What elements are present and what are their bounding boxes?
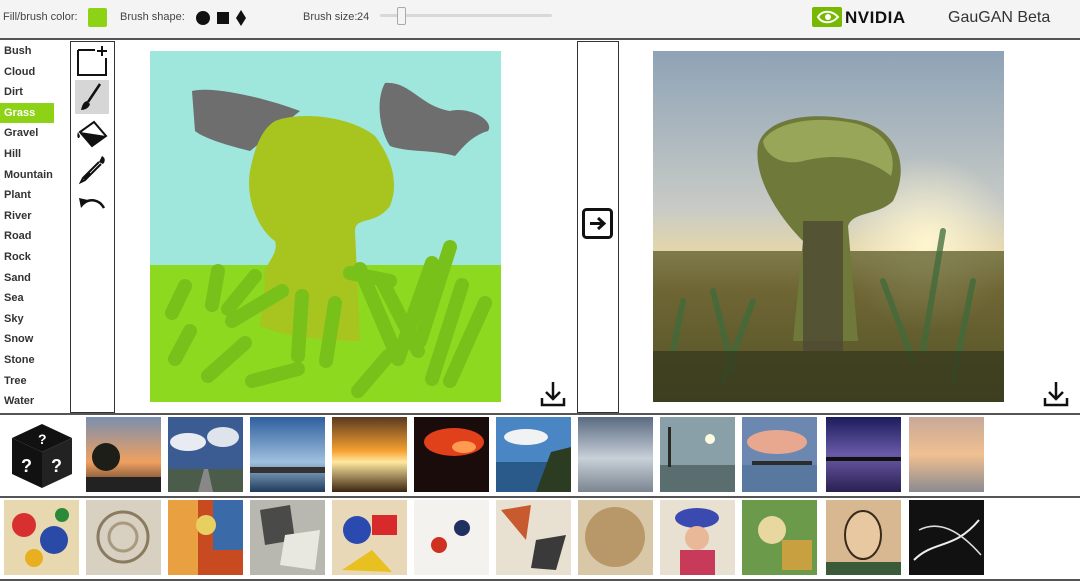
generated-output-image: [653, 51, 1004, 402]
label-mountain[interactable]: Mountain: [0, 165, 62, 186]
label-sea[interactable]: Sea: [0, 288, 62, 309]
label-gravel[interactable]: Gravel: [0, 123, 62, 144]
label-dirt[interactable]: Dirt: [0, 82, 62, 103]
label-cloud[interactable]: Cloud: [0, 62, 62, 83]
square-icon[interactable]: [216, 10, 230, 26]
brush-shape-label: Brush shape:: [120, 11, 185, 23]
style-thumb-blue-sky-shore[interactable]: [250, 417, 325, 492]
label-stone[interactable]: Stone: [0, 350, 62, 371]
download-segmentation-icon[interactable]: [539, 380, 567, 408]
top-toolbar: Fill/brush color: Brush shape: Brush siz…: [0, 0, 1080, 40]
style-thumb-rainy-street-painting[interactable]: [168, 500, 243, 575]
style-thumb-sepia-texture[interactable]: [578, 500, 653, 575]
style-thumb-hand-print[interactable]: [414, 500, 489, 575]
brush-size-label: Brush size:: [303, 11, 358, 23]
svg-text:?: ?: [38, 431, 47, 447]
app-title: GauGAN Beta: [948, 9, 1051, 26]
style-thumb-picasso-self-portrait[interactable]: [826, 500, 901, 575]
style-thumb-red-sky-night[interactable]: [414, 417, 489, 492]
style-thumb-coastal-cliffs[interactable]: [496, 417, 571, 492]
svg-text:?: ?: [21, 456, 32, 476]
style-thumb-matisse-woman[interactable]: [660, 500, 735, 575]
style-thumb-cubist-fragments[interactable]: [496, 500, 571, 575]
new-canvas-icon[interactable]: [75, 44, 109, 78]
brush-size-slider-thumb[interactable]: [397, 7, 406, 25]
style-thumb-picasso-still-life[interactable]: [742, 500, 817, 575]
nvidia-logo-icon: [812, 7, 842, 27]
svg-text:?: ?: [51, 456, 62, 476]
render-arrow-icon[interactable]: [582, 208, 613, 239]
segmentation-canvas[interactable]: [150, 51, 501, 402]
label-rock[interactable]: Rock: [0, 247, 62, 268]
label-sand[interactable]: Sand: [0, 268, 62, 289]
style-thumb-cubist-portrait[interactable]: [250, 500, 325, 575]
style-thumb-black-white-lines[interactable]: [909, 500, 984, 575]
circle-icon[interactable]: [195, 10, 211, 26]
undo-icon[interactable]: [75, 190, 109, 224]
style-thumb-purple-dusk-lake[interactable]: [826, 417, 901, 492]
drawing-toolbox: [70, 41, 115, 413]
style-thumb-tree-on-shore[interactable]: [660, 417, 735, 492]
render-panel: [577, 41, 619, 413]
style-thumb-stormy-clouds-road[interactable]: [168, 417, 243, 492]
style-thumb-misty-sunset-sea[interactable]: [909, 417, 984, 492]
download-output-icon[interactable]: [1042, 380, 1070, 408]
label-snow[interactable]: Snow: [0, 329, 62, 350]
label-water[interactable]: Water: [0, 391, 62, 412]
label-sky[interactable]: Sky: [0, 309, 62, 330]
fill-color-label: Fill/brush color:: [3, 11, 78, 23]
label-tree[interactable]: Tree: [0, 371, 62, 392]
eyedropper-icon[interactable]: [75, 152, 109, 186]
style-thumb-abstract-colors[interactable]: [332, 500, 407, 575]
style-row-divider-bottom: [0, 579, 1080, 581]
style-row-divider-middle: [0, 496, 1080, 498]
nvidia-brand: NVIDIA: [845, 8, 906, 27]
style-thumb-pink-clouds-lake[interactable]: [742, 417, 817, 492]
brush-icon[interactable]: [75, 80, 109, 114]
label-bush[interactable]: Bush: [0, 41, 62, 62]
style-row-divider-top: [0, 413, 1080, 415]
random-style-dice-icon[interactable]: ? ? ?: [8, 420, 76, 490]
brush-size-value: 24: [357, 11, 370, 23]
label-road[interactable]: Road: [0, 226, 62, 247]
label-grass[interactable]: Grass: [0, 102, 54, 124]
label-plant[interactable]: Plant: [0, 185, 62, 206]
fill-bucket-icon[interactable]: [75, 116, 109, 150]
label-list: Bush Cloud Dirt Grass Gravel Hill Mounta…: [0, 41, 62, 412]
style-thumb-orange-sunset-sea[interactable]: [332, 417, 407, 492]
fill-color-swatch[interactable]: [88, 8, 107, 27]
label-river[interactable]: River: [0, 206, 62, 227]
style-thumb-grey-sky-beach[interactable]: [578, 417, 653, 492]
label-hill[interactable]: Hill: [0, 144, 62, 165]
style-thumb-sunset-trees[interactable]: [86, 417, 161, 492]
style-thumb-kandinsky-circles[interactable]: [4, 500, 79, 575]
diamond-icon[interactable]: [235, 10, 247, 26]
style-thumb-mosaic-swirl[interactable]: [86, 500, 161, 575]
